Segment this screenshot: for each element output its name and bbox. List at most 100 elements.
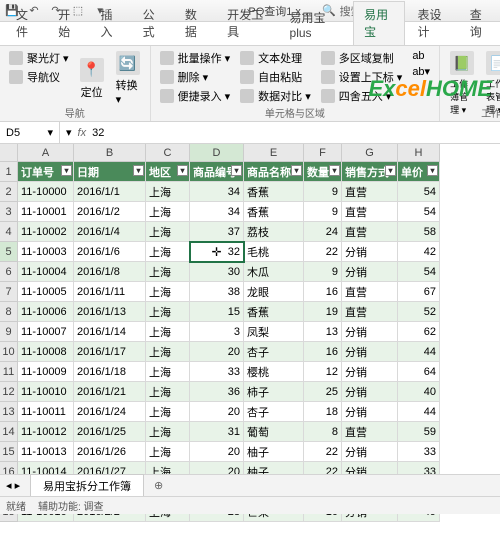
cell[interactable]: 3: [190, 322, 244, 342]
free-paste-button[interactable]: 自由粘贴: [237, 68, 314, 86]
row-head-7[interactable]: 7: [0, 282, 18, 302]
row-head-10[interactable]: 10: [0, 342, 18, 362]
cell[interactable]: 葡萄: [244, 422, 304, 442]
cell[interactable]: 香蕉: [244, 202, 304, 222]
cell[interactable]: 11-10002: [18, 222, 74, 242]
cell[interactable]: 2016/1/17: [74, 342, 146, 362]
cell[interactable]: ✛32: [190, 242, 244, 262]
cell[interactable]: 31: [190, 422, 244, 442]
col-head-D[interactable]: D: [190, 144, 244, 162]
delete-button[interactable]: 删除 ▾: [157, 68, 234, 86]
cell[interactable]: 2016/1/21: [74, 382, 146, 402]
col-head-F[interactable]: F: [304, 144, 342, 162]
col-head-E[interactable]: E: [244, 144, 304, 162]
cell[interactable]: 40: [398, 382, 440, 402]
cell[interactable]: 分销: [342, 382, 398, 402]
row-head-14[interactable]: 14: [0, 422, 18, 442]
cell[interactable]: 58: [398, 222, 440, 242]
col-head-H[interactable]: H: [398, 144, 440, 162]
cell[interactable]: 直营: [342, 182, 398, 202]
cell[interactable]: 直营: [342, 422, 398, 442]
cell[interactable]: 上海: [146, 222, 190, 242]
batch-button[interactable]: 批量操作 ▾: [157, 49, 234, 67]
cell[interactable]: 22: [304, 242, 342, 262]
filter-icon[interactable]: ▾: [291, 165, 302, 176]
cell[interactable]: 11-10011: [18, 402, 74, 422]
sheet-tab[interactable]: 易用宝拆分工作簿: [30, 474, 144, 497]
locate-button[interactable]: 📍定位: [76, 49, 108, 108]
table-header[interactable]: 商品编号▾: [190, 162, 244, 182]
row-head-9[interactable]: 9: [0, 322, 18, 342]
cell[interactable]: 直营: [342, 202, 398, 222]
cell[interactable]: 33: [398, 442, 440, 462]
tab-4[interactable]: 数据: [175, 2, 215, 45]
cell[interactable]: 34: [190, 202, 244, 222]
cell[interactable]: 25: [304, 382, 342, 402]
cell[interactable]: 9: [304, 202, 342, 222]
cell[interactable]: 12: [304, 362, 342, 382]
col-head-A[interactable]: A: [18, 144, 74, 162]
row-head-2[interactable]: 2: [0, 182, 18, 202]
cell[interactable]: 2016/1/25: [74, 422, 146, 442]
cell[interactable]: 38: [190, 282, 244, 302]
row-head-6[interactable]: 6: [0, 262, 18, 282]
tab-8[interactable]: 表设计: [407, 2, 457, 45]
cell[interactable]: 11-10005: [18, 282, 74, 302]
col-head-B[interactable]: B: [74, 144, 146, 162]
cell[interactable]: 2016/1/24: [74, 402, 146, 422]
cell[interactable]: 樱桃: [244, 362, 304, 382]
cell[interactable]: 42: [398, 242, 440, 262]
superscript-button[interactable]: 设置上下标 ▾: [318, 68, 406, 86]
spotlight-button[interactable]: 聚光灯 ▾: [6, 49, 72, 67]
dropdown-icon[interactable]: ▾: [66, 126, 72, 139]
ab-dd-button[interactable]: ab▾: [409, 64, 433, 79]
cell[interactable]: 凤梨: [244, 322, 304, 342]
cell[interactable]: 11-10012: [18, 422, 74, 442]
cell[interactable]: 上海: [146, 342, 190, 362]
cell[interactable]: 64: [398, 362, 440, 382]
cell[interactable]: 2016/1/26: [74, 442, 146, 462]
cell[interactable]: 2016/1/8: [74, 262, 146, 282]
cell[interactable]: 54: [398, 262, 440, 282]
cell[interactable]: 毛桃: [244, 242, 304, 262]
cell[interactable]: 22: [304, 442, 342, 462]
cell[interactable]: 分销: [342, 242, 398, 262]
cell[interactable]: 30: [190, 262, 244, 282]
cell[interactable]: 杏子: [244, 342, 304, 362]
fx-icon[interactable]: fx: [78, 127, 87, 139]
cell[interactable]: 分销: [342, 342, 398, 362]
name-box[interactable]: D5 ▾: [0, 122, 60, 143]
cell[interactable]: 59: [398, 422, 440, 442]
tab-9[interactable]: 查询: [460, 2, 500, 45]
tab-5[interactable]: 开发工具: [217, 2, 277, 45]
row-head-1[interactable]: 1: [0, 162, 18, 182]
col-head-G[interactable]: G: [342, 144, 398, 162]
cell[interactable]: 11-10004: [18, 262, 74, 282]
filter-icon[interactable]: ▾: [133, 165, 144, 176]
cell[interactable]: 11-10009: [18, 362, 74, 382]
cell[interactable]: 2016/1/14: [74, 322, 146, 342]
spreadsheet-grid[interactable]: ABCDEFGH1订单号▾日期▾地区▾商品编号▾商品名称▾数量▾销售方式▾单价▾…: [0, 144, 500, 522]
compare-button[interactable]: 数据对比 ▾: [237, 87, 314, 105]
cell[interactable]: 上海: [146, 422, 190, 442]
cell[interactable]: 2016/1/11: [74, 282, 146, 302]
cell[interactable]: 直营: [342, 282, 398, 302]
cell[interactable]: 柚子: [244, 442, 304, 462]
cell[interactable]: 上海: [146, 362, 190, 382]
filter-icon[interactable]: ▾: [177, 165, 188, 176]
tab-0[interactable]: 文件: [6, 2, 46, 45]
multi-copy-button[interactable]: 多区域复制: [318, 49, 406, 67]
row-head-13[interactable]: 13: [0, 402, 18, 422]
hide-button[interactable]: 便捷录入 ▾: [157, 87, 234, 105]
add-sheet-button[interactable]: ⊕: [146, 476, 171, 495]
cell[interactable]: 15: [190, 302, 244, 322]
cell[interactable]: 分销: [342, 402, 398, 422]
sheet-nav-icon[interactable]: ◂ ▸: [6, 479, 20, 492]
cell[interactable]: 上海: [146, 262, 190, 282]
ab-button[interactable]: ab: [409, 49, 433, 63]
cell[interactable]: 分销: [342, 442, 398, 462]
cell[interactable]: 2016/1/1: [74, 182, 146, 202]
filter-icon[interactable]: ▾: [231, 165, 242, 176]
cell[interactable]: 9: [304, 262, 342, 282]
cell[interactable]: 龙眼: [244, 282, 304, 302]
